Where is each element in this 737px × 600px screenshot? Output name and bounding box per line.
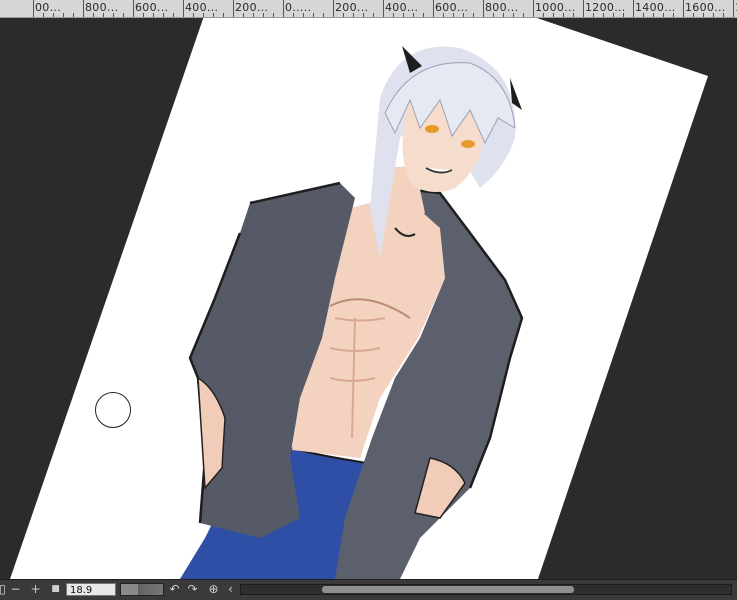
ruler-major-tick — [433, 0, 434, 17]
ruler-major-tick — [33, 0, 34, 17]
horizontal-scrollbar[interactable] — [240, 584, 732, 595]
ruler-minor-tick — [563, 13, 564, 17]
ruler-minor-tick — [573, 13, 574, 17]
ruler-minor-tick — [553, 13, 554, 17]
ruler-minor-tick — [593, 13, 594, 17]
ruler-minor-tick — [673, 13, 674, 17]
ruler-minor-tick — [393, 13, 394, 17]
ruler-major-tick — [133, 0, 134, 17]
ruler-minor-tick — [363, 13, 364, 17]
rotate-left-button[interactable]: ↶ — [168, 583, 181, 596]
ruler-minor-tick — [353, 13, 354, 17]
ruler-label: 1400... — [635, 1, 676, 14]
ruler-minor-tick — [113, 13, 114, 17]
drawing-canvas[interactable] — [0, 18, 737, 579]
ruler-minor-tick — [443, 13, 444, 17]
ruler-label: 00... — [35, 1, 61, 14]
ruler-minor-tick — [143, 13, 144, 17]
ruler-major-tick — [283, 0, 284, 17]
ruler-minor-tick — [463, 13, 464, 17]
rotate-right-button[interactable]: ↷ — [186, 583, 199, 596]
zoom-level-input[interactable]: 18.9 — [66, 583, 116, 596]
ruler-minor-tick — [513, 13, 514, 17]
ruler-minor-tick — [63, 13, 64, 17]
ruler-minor-tick — [523, 13, 524, 17]
canvas-area[interactable] — [0, 18, 737, 579]
ruler-minor-tick — [53, 13, 54, 17]
ruler-minor-tick — [493, 13, 494, 17]
ruler-minor-tick — [403, 13, 404, 17]
zoom-slider[interactable] — [120, 583, 164, 596]
zoom-out-button[interactable]: − — [9, 583, 22, 596]
ruler-minor-tick — [203, 13, 204, 17]
figure-eye-left — [425, 125, 439, 133]
zoom-in-button[interactable]: + — [29, 583, 42, 596]
ruler-minor-tick — [263, 13, 264, 17]
ruler-label: 1200... — [585, 1, 626, 14]
ruler-minor-tick — [643, 13, 644, 17]
left-edge-icon[interactable]: ▯ — [0, 583, 9, 596]
ruler-major-tick — [683, 0, 684, 17]
ruler-minor-tick — [173, 13, 174, 17]
zoom-slider-fill — [121, 584, 138, 595]
horizontal-scrollbar-thumb[interactable] — [322, 586, 574, 593]
ruler-minor-tick — [453, 13, 454, 17]
ruler-minor-tick — [213, 13, 214, 17]
collapse-chevron-button[interactable]: ‹ — [224, 583, 237, 596]
horizontal-ruler: 00... 800... 600... 400... 200... 0..... 200..… — [0, 0, 737, 18]
ruler-minor-tick — [313, 13, 314, 17]
ruler-label: 1600... — [685, 1, 726, 14]
status-bar: ▯ − + ■ 18.9 ↶ ↷ ⊕ ‹ — [0, 579, 737, 600]
ruler-minor-tick — [193, 13, 194, 17]
ruler-minor-tick — [693, 13, 694, 17]
ruler-minor-tick — [293, 13, 294, 17]
ruler-minor-tick — [323, 13, 324, 17]
ruler-minor-tick — [503, 13, 504, 17]
ruler-minor-tick — [273, 13, 274, 17]
ruler-minor-tick — [103, 13, 104, 17]
ruler-minor-tick — [543, 13, 544, 17]
ruler-minor-tick — [243, 13, 244, 17]
ruler-major-tick — [183, 0, 184, 17]
brush-cursor-circle — [95, 392, 131, 428]
ruler-major-tick — [533, 0, 534, 17]
ruler-minor-tick — [303, 13, 304, 17]
ruler-minor-tick — [603, 13, 604, 17]
ruler-minor-tick — [123, 13, 124, 17]
ruler-minor-tick — [73, 13, 74, 17]
ruler-major-tick — [233, 0, 234, 17]
ruler-minor-tick — [373, 13, 374, 17]
ruler-minor-tick — [413, 13, 414, 17]
ruler-major-tick — [583, 0, 584, 17]
ruler-minor-tick — [93, 13, 94, 17]
ruler-minor-tick — [163, 13, 164, 17]
ruler-minor-tick — [343, 13, 344, 17]
ruler-minor-tick — [223, 13, 224, 17]
ruler-minor-tick — [43, 13, 44, 17]
ruler-minor-tick — [723, 13, 724, 17]
figure-eye-right — [461, 140, 475, 148]
ruler-major-tick — [383, 0, 384, 17]
ruler-minor-tick — [153, 13, 154, 17]
ruler-label: 0..... — [285, 1, 312, 14]
ruler-minor-tick — [253, 13, 254, 17]
reset-rotation-button[interactable]: ⊕ — [207, 583, 220, 596]
ruler-minor-tick — [663, 13, 664, 17]
ruler-major-tick — [83, 0, 84, 17]
ruler-minor-tick — [613, 13, 614, 17]
ruler-minor-tick — [703, 13, 704, 17]
ruler-major-tick — [333, 0, 334, 17]
ruler-minor-tick — [623, 13, 624, 17]
fit-to-window-button[interactable]: ■ — [49, 583, 62, 596]
ruler-minor-tick — [473, 13, 474, 17]
ruler-minor-tick — [423, 13, 424, 17]
ruler-major-tick — [483, 0, 484, 17]
ruler-label: 1000... — [535, 1, 576, 14]
ruler-major-tick — [733, 0, 734, 17]
ruler-major-tick — [633, 0, 634, 17]
ruler-minor-tick — [713, 13, 714, 17]
ruler-minor-tick — [653, 13, 654, 17]
